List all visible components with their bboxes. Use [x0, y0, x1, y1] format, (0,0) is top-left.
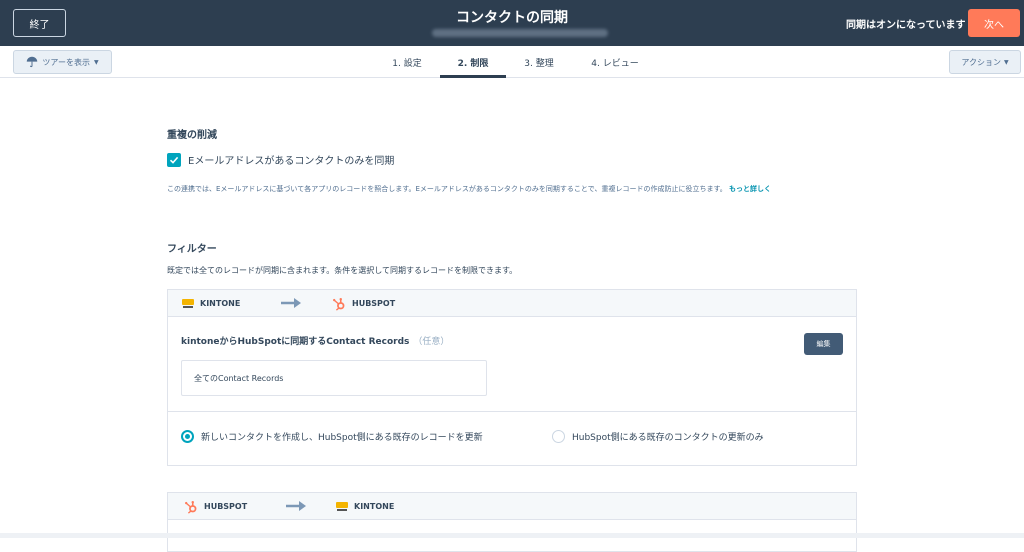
card-divider	[168, 411, 856, 412]
filter-card-kintone-to-hubspot: KINTONE HUBSPOT kintoneからHubSpotに同期するCon…	[167, 289, 857, 466]
target-app: KINTONE	[336, 493, 394, 520]
kintone-icon	[336, 501, 348, 511]
check-icon	[169, 156, 179, 164]
card-header: KINTONE HUBSPOT	[168, 290, 856, 317]
hubspot-icon	[333, 297, 345, 311]
filter-description: 既定では全てのレコードが同期に含まれます。条件を選択して同期するレコードを制限で…	[167, 266, 518, 275]
radio-update-only[interactable]: HubSpot側にある既存のコンタクトの更新のみ	[552, 430, 764, 443]
tab-organize[interactable]: 3. 整理	[506, 46, 572, 78]
tab-review[interactable]: 4. レビュー	[572, 46, 658, 78]
arrow-right-icon	[286, 501, 306, 511]
email-only-checkbox-row[interactable]: Eメールアドレスがあるコンタクトのみを同期	[167, 152, 394, 167]
learn-more-link[interactable]: もっと詳しく	[729, 185, 771, 193]
top-header: 終了 コンタクトの同期 同期はオンになっています 次へ	[0, 0, 1024, 46]
radio-update-only-label: HubSpot側にある既存のコンタクトの更新のみ	[572, 433, 764, 443]
target-app: HUBSPOT	[332, 290, 395, 317]
tab-settings[interactable]: 1. 設定	[374, 46, 440, 78]
radio-button-unselected[interactable]	[552, 430, 565, 443]
source-app: HUBSPOT	[184, 493, 247, 520]
actions-button[interactable]: アクション ▼	[949, 50, 1021, 74]
filter-card-hubspot-to-kintone: HUBSPOT KINTONE	[167, 492, 857, 552]
optional-label: （任意）	[413, 337, 450, 347]
caret-down-icon: ▼	[93, 58, 99, 66]
card-header: HUBSPOT KINTONE	[168, 493, 856, 520]
bottom-edge	[0, 533, 1024, 538]
email-only-checkbox-label: Eメールアドレスがあるコンタクトのみを同期	[188, 156, 395, 167]
filter-section-title: フィルター	[167, 244, 217, 255]
radio-create-and-update[interactable]: 新しいコンタクトを作成し、HubSpot側にある既存のレコードを更新	[181, 430, 483, 443]
dedup-help-body: この連携では、Eメールアドレスに基づいて各アプリのレコードを照合します。Eメール…	[167, 185, 727, 193]
edit-filter-button[interactable]: 編集	[804, 333, 843, 355]
source-app: KINTONE	[182, 290, 240, 317]
target-app-name: HUBSPOT	[352, 299, 396, 308]
step-navigation-bar: ツアーを表示 ▼ 1. 設定 2. 制限 3. 整理 4. レビュー アクション…	[0, 46, 1024, 78]
filter-value-box[interactable]: 全てのContact Records	[181, 360, 487, 396]
dedup-help-text: この連携では、Eメールアドレスに基づいて各アプリのレコードを照合します。Eメール…	[167, 183, 857, 196]
actions-label: アクション	[961, 57, 1001, 67]
email-only-checkbox[interactable]	[167, 152, 181, 167]
radio-create-and-update-label: 新しいコンタクトを作成し、HubSpot側にある既存のレコードを更新	[201, 433, 483, 443]
next-button[interactable]: 次へ	[968, 9, 1020, 37]
kintone-icon	[182, 298, 194, 308]
umbrella-icon	[27, 56, 38, 68]
arrow-right-icon	[281, 298, 301, 308]
radio-button-selected[interactable]	[181, 430, 194, 443]
sync-status-text: 同期はオンになっています	[846, 20, 966, 31]
card-title: kintoneからHubSpotに同期するContact Records （任意）	[181, 334, 449, 347]
target-app-name: KINTONE	[354, 502, 395, 511]
source-app-name: KINTONE	[200, 299, 241, 308]
account-subtitle-blurred	[432, 29, 608, 37]
show-tour-button[interactable]: ツアーを表示 ▼	[13, 50, 112, 74]
caret-down-icon: ▼	[1003, 58, 1009, 66]
hubspot-icon	[185, 500, 197, 514]
show-tour-label: ツアーを表示	[42, 57, 90, 67]
tab-limits[interactable]: 2. 制限	[440, 46, 506, 78]
dedup-section-title: 重複の削減	[167, 130, 217, 141]
source-app-name: HUBSPOT	[204, 502, 248, 511]
card-title-text: kintoneからHubSpotに同期するContact Records	[181, 337, 410, 347]
step-tabs: 1. 設定 2. 制限 3. 整理 4. レビュー	[374, 46, 658, 78]
